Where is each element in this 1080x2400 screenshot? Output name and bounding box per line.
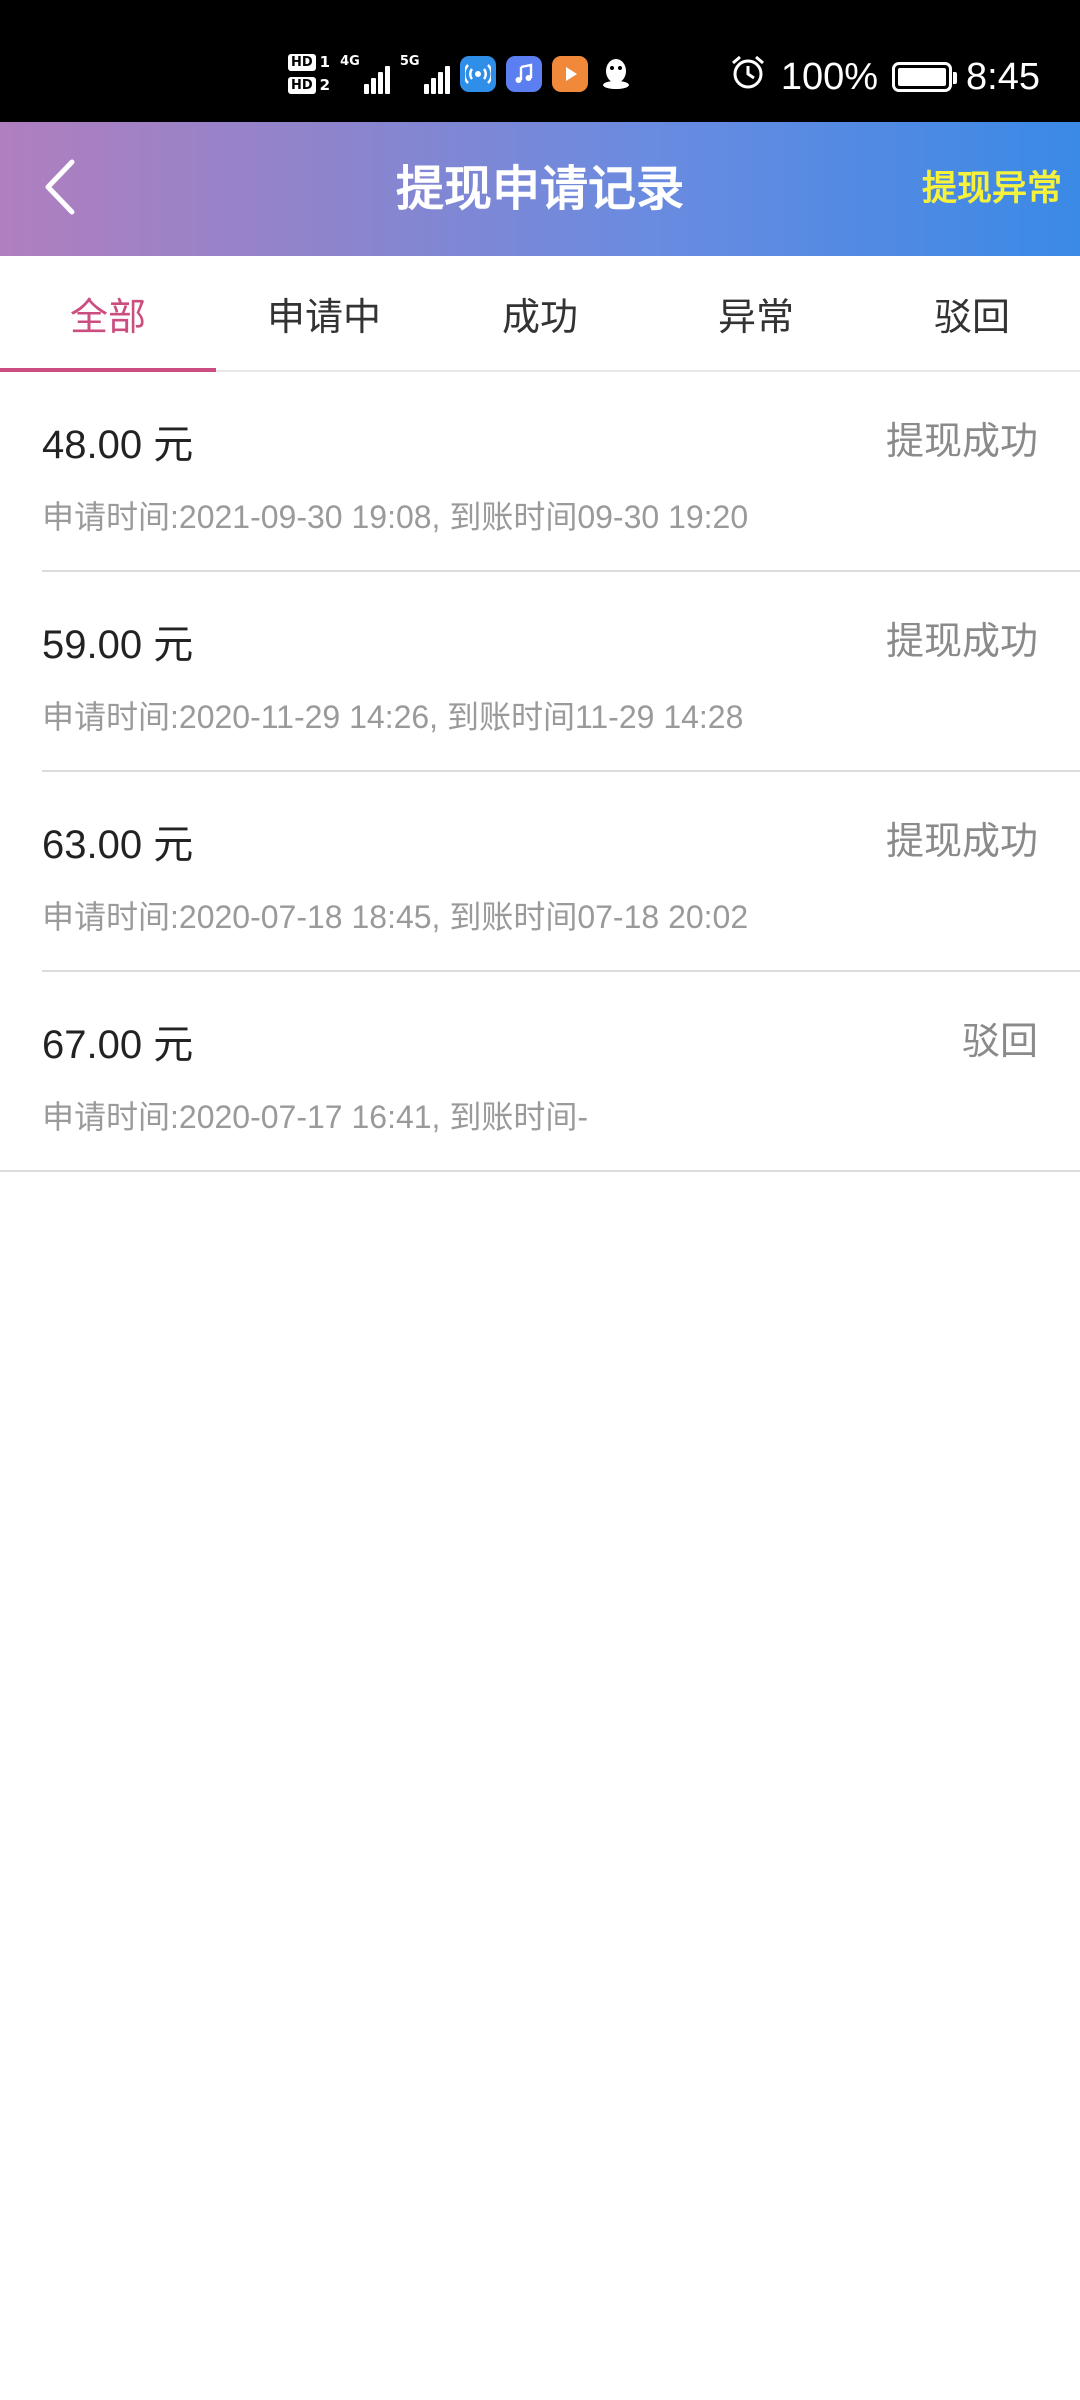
list-item[interactable]: 67.00 元 驳回 申请时间:2020-07-17 16:41, 到账时间- [0,972,1080,1172]
signal-bar [363,84,369,94]
signal-bar [430,78,436,94]
record-amount: 63.00 元 [42,823,194,867]
clock: 8:45 [966,55,1040,98]
record-times: 申请时间:2021-09-30 19:08, 到账时间09-30 19:20 [42,499,749,535]
record-status: 提现成功 [885,419,1038,463]
record-status: 驳回 [961,1019,1038,1063]
network-4g-label: 4G [340,54,360,69]
video-app-icon [551,56,588,92]
network-5g-label: 5G [399,54,420,69]
alarm-icon [729,53,767,101]
status-bar-left: HD 1 HD 2 4G 5G [288,44,634,104]
list-item[interactable]: 48.00 元 提现成功 申请时间:2021-09-30 19:08, 到账时间… [42,372,1080,572]
hd2-badge: HD [288,77,316,94]
record-times: 申请时间:2020-07-18 18:45, 到账时间07-18 20:02 [42,899,749,935]
music-app-icon [505,56,542,92]
hd1-number: 1 [319,53,331,71]
battery-icon [892,62,958,92]
status-bar: HD 1 HD 2 4G 5G 100% 8:45 [0,0,1080,122]
tab-label: 驳回 [933,294,1010,339]
signal-bar [423,84,429,94]
tab-pending[interactable]: 申请中 [216,256,432,370]
list-item[interactable]: 63.00 元 提现成功 申请时间:2020-07-18 18:45, 到账时间… [42,772,1080,972]
wifi-hotspot-icon [459,56,496,92]
page-title: 提现申请记录 [395,161,684,217]
record-amount: 48.00 元 [42,423,194,467]
signal-bar [370,78,376,94]
record-amount: 59.00 元 [42,623,194,667]
hd1-badge: HD [288,54,316,71]
signal-bar [444,66,450,94]
filter-tabs: 全部 申请中 成功 异常 驳回 [0,256,1080,372]
tab-exception[interactable]: 异常 [648,256,864,370]
status-bar-right: 100% 8:45 [729,52,1040,102]
hd1-indicator: HD 1 [288,54,330,71]
tab-rejected[interactable]: 驳回 [864,256,1080,370]
signal-4g-icon: 4G [340,54,390,94]
signal-bar [384,66,390,94]
record-status: 提现成功 [885,619,1038,663]
record-times: 申请时间:2020-11-29 14:26, 到账时间11-29 14:28 [42,699,744,735]
withdrawal-record-list: 48.00 元 提现成功 申请时间:2021-09-30 19:08, 到账时间… [0,372,1080,1172]
hd-indicators: HD 1 HD 2 [288,54,330,94]
tab-label: 成功 [501,294,578,339]
signal-bar [437,72,443,94]
record-times: 申请时间:2020-07-17 16:41, 到账时间- [42,1099,588,1135]
signal-bar [377,72,383,94]
tab-label: 申请中 [266,294,381,339]
app-header: 提现申请记录 提现异常 [0,122,1080,256]
tab-label: 全部 [69,294,146,339]
qq-icon [598,56,634,92]
battery-percent: 100% [780,55,879,98]
tab-label: 异常 [717,294,794,339]
signal-5g-icon: 5G [400,54,450,94]
list-item[interactable]: 59.00 元 提现成功 申请时间:2020-11-29 14:26, 到账时间… [42,572,1080,772]
hd2-indicator: HD 2 [288,77,330,94]
tab-success[interactable]: 成功 [432,256,648,370]
record-status: 提现成功 [885,819,1038,863]
record-amount: 67.00 元 [42,1023,194,1067]
battery-fill [898,68,947,86]
tab-all[interactable]: 全部 [0,256,216,372]
withdrawal-exception-link[interactable]: 提现异常 [922,122,1062,256]
hd2-number: 2 [319,76,331,94]
